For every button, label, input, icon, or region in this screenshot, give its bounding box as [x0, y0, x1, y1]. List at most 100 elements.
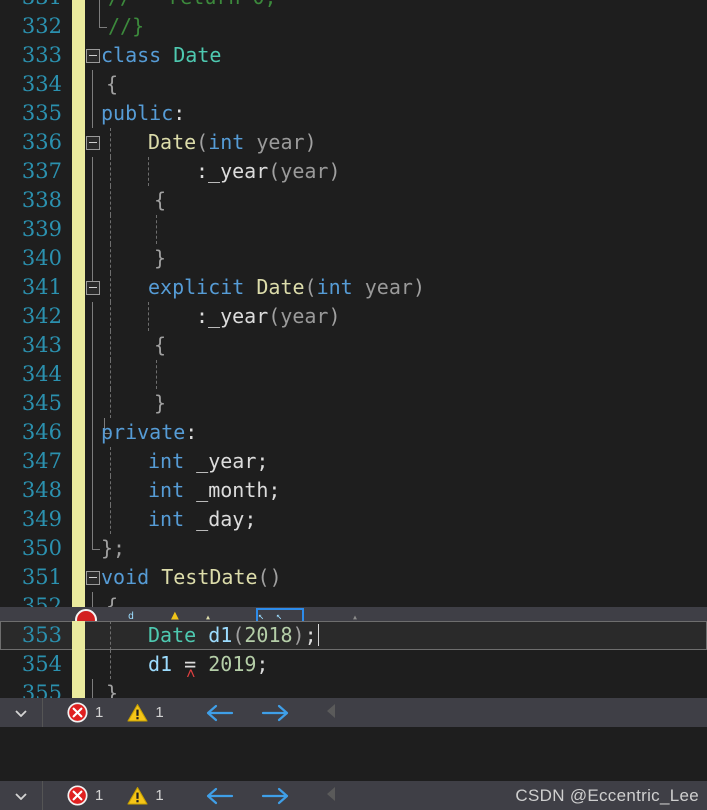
indent-guide — [110, 215, 111, 245]
indent-guide — [92, 244, 93, 274]
indent-guide — [110, 447, 111, 477]
indent-guide — [92, 99, 93, 129]
indent-guide — [92, 215, 93, 245]
code-text: { — [154, 333, 167, 357]
error-list-nav-bar-upper[interactable]: 1 1 — [0, 698, 707, 727]
change-bar — [72, 476, 85, 506]
indent-guide — [110, 650, 111, 680]
editor-line[interactable]: 355 } — [0, 679, 707, 699]
chevron-down-icon[interactable] — [0, 781, 43, 810]
error-count-group[interactable]: 1 — [67, 702, 103, 723]
editor-line[interactable]: 332 //} — [0, 12, 707, 42]
line-number: 344 — [21, 362, 62, 386]
token-keyword: void — [101, 565, 150, 589]
arrow-left-icon[interactable] — [204, 786, 234, 806]
line-number: 331 — [0, 0, 62, 12]
editor-line[interactable]: 346 private: — [0, 418, 707, 448]
change-bar — [72, 563, 85, 593]
editor-line[interactable]: 340 } — [0, 244, 707, 274]
error-circle-icon — [67, 785, 88, 806]
indent-guide — [110, 302, 111, 332]
token-paren: ) — [292, 623, 305, 647]
arrow-left-icon[interactable] — [204, 703, 234, 723]
change-bar — [72, 505, 85, 535]
nav-arrows-group[interactable] — [204, 786, 291, 806]
editor-line[interactable]: 348 int _month; — [0, 476, 707, 506]
token-variable: d1 — [208, 623, 233, 647]
editor-line[interactable]: 351 void TestDate() — [0, 563, 707, 593]
fold-collapse-icon[interactable] — [86, 570, 100, 585]
nav-arrows-group[interactable] — [204, 703, 291, 723]
token-identifier: year — [280, 159, 329, 183]
fold-collapse-icon[interactable] — [86, 48, 100, 63]
warning-count-label: 1 — [155, 704, 164, 721]
token-paren: () — [257, 565, 282, 589]
editor-line-current[interactable]: 353 Date d1(2018); — [0, 621, 707, 651]
fold-collapse-icon[interactable] — [86, 280, 100, 295]
error-count-group[interactable]: 1 — [67, 785, 103, 806]
line-number: 332 — [21, 14, 62, 38]
change-bar — [72, 244, 85, 274]
indent-guide — [110, 186, 111, 216]
change-bar — [72, 99, 85, 129]
arrow-right-icon[interactable] — [261, 703, 291, 723]
editor-line[interactable]: 334 { — [0, 70, 707, 100]
change-bar — [72, 0, 85, 13]
triangle-left-icon[interactable] — [325, 785, 337, 807]
fold-collapse-icon[interactable] — [86, 135, 100, 150]
editor-line[interactable]: 342 :_year(year) — [0, 302, 707, 332]
code-text: int _day; — [148, 505, 256, 534]
warning-count-group[interactable]: 1 — [127, 703, 164, 723]
code-text: :_year(year) — [196, 302, 341, 331]
editor-line[interactable]: 343 { — [0, 331, 707, 361]
editor-line[interactable]: 331 // return 0; — [0, 0, 707, 13]
token-keyword: private — [101, 420, 186, 444]
arrow-right-icon[interactable] — [261, 786, 291, 806]
code-text: { — [154, 188, 167, 212]
chevron-down-icon[interactable] — [0, 698, 43, 727]
change-bar — [72, 360, 85, 390]
token-keyword: int — [208, 130, 245, 154]
editor-line[interactable]: 335 public: — [0, 99, 707, 129]
editor-line[interactable]: 350 }; — [0, 534, 707, 564]
editor-line[interactable]: 338 { — [0, 186, 707, 216]
token-member: _day; — [196, 507, 257, 531]
fold-end-marker — [99, 12, 107, 28]
indent-guide — [92, 505, 93, 535]
editor-line[interactable]: 347 int _year; — [0, 447, 707, 477]
code-editor[interactable]: 331 // return 0; 332 //} 333 class Date … — [0, 0, 707, 699]
editor-line[interactable]: 345 } — [0, 389, 707, 419]
warning-count-group[interactable]: 1 — [127, 786, 164, 806]
token-number: 2019 — [208, 652, 257, 676]
line-number: 335 — [21, 101, 62, 125]
token-paren: ( — [232, 623, 245, 647]
change-bar — [72, 418, 85, 448]
editor-line[interactable]: 349 int _day; — [0, 505, 707, 535]
code-text: void TestDate() — [101, 563, 282, 592]
change-bar — [72, 186, 85, 216]
editor-line[interactable]: 336 Date(int year) — [0, 128, 707, 158]
line-number: 341 — [21, 275, 62, 299]
editor-line[interactable]: 333 class Date — [0, 41, 707, 71]
triangle-left-icon[interactable] — [325, 702, 337, 724]
code-text: } — [154, 246, 167, 270]
editor-line[interactable]: 339 — [0, 215, 707, 245]
line-number: 343 — [21, 333, 62, 357]
change-bar — [72, 157, 85, 187]
editor-line[interactable]: 344 — [0, 360, 707, 390]
indent-guide — [148, 302, 149, 332]
empty-panel-area — [0, 727, 707, 781]
token-keyword: int — [148, 507, 185, 531]
editor-line[interactable]: 337 :_year(year) — [0, 157, 707, 187]
change-bar — [72, 70, 85, 100]
indent-guide — [148, 157, 149, 187]
line-number: 346 — [21, 420, 62, 444]
line-number: 345 — [21, 391, 62, 415]
line-number: 353 — [21, 623, 62, 647]
change-bar — [72, 679, 85, 699]
error-list-nav-bar-lower[interactable]: 1 1 CSDN @Eccentric_Lee — [0, 781, 707, 810]
editor-line[interactable]: 341 explicit Date(int year) — [0, 273, 707, 303]
token-identifier: year — [280, 304, 329, 328]
editor-line[interactable]: 354 d1 = 2019; ˄ — [0, 650, 707, 682]
indent-guide — [92, 476, 93, 506]
